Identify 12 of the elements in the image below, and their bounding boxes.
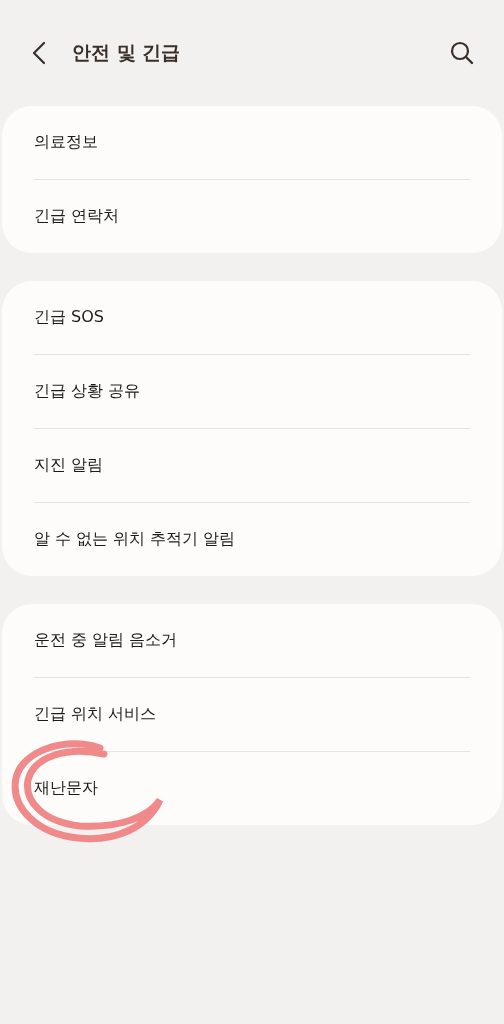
settings-item[interactable]: 의료정보	[34, 106, 470, 179]
page-title: 안전 및 긴급	[72, 40, 182, 65]
settings-item[interactable]: 재난문자	[34, 752, 470, 825]
settings-item[interactable]: 긴급 연락처	[34, 180, 470, 253]
back-icon[interactable]	[32, 41, 46, 65]
settings-item[interactable]: 운전 중 알림 음소거	[34, 604, 470, 677]
settings-item[interactable]: 긴급 SOS	[34, 281, 470, 354]
settings-item[interactable]: 지진 알림	[34, 429, 470, 502]
search-icon[interactable]	[450, 41, 474, 65]
settings-item[interactable]: 알 수 없는 위치 추적기 알림	[34, 503, 470, 576]
settings-item[interactable]: 긴급 상황 공유	[34, 355, 470, 428]
settings-item[interactable]: 긴급 위치 서비스	[34, 678, 470, 751]
